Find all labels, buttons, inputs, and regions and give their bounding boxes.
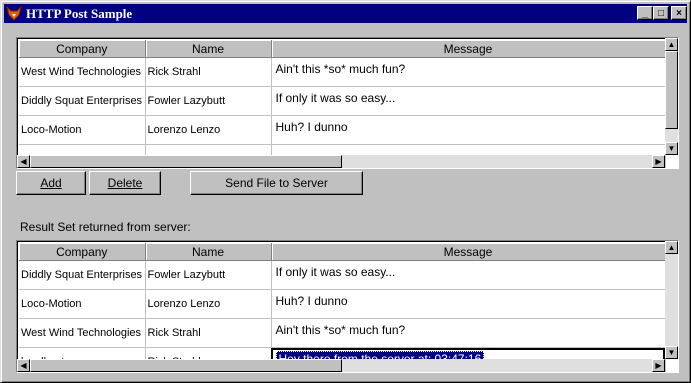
cell-company[interactable]: Loco-Motion: [19, 289, 146, 319]
scroll-right-arrow-icon[interactable]: ▶: [652, 359, 665, 372]
cell-company[interactable]: Diddly Squat Enterprises: [19, 260, 146, 290]
scroll-down-arrow-icon[interactable]: ▼: [665, 142, 678, 155]
cell-name[interactable]: Fowler Lazybutt: [145, 86, 272, 116]
cell-message[interactable]: Huh? I dunno: [271, 289, 666, 319]
scroll-thumb[interactable]: [30, 359, 342, 372]
close-button[interactable]: ×: [671, 6, 687, 20]
cell-name[interactable]: Rick Strahl: [145, 57, 272, 87]
cell-company[interactable]: West Wind Technologies: [19, 318, 146, 348]
fox-app-icon: [6, 6, 22, 21]
input-data-grid[interactable]: Company Name Message West Wind Technolog…: [16, 37, 679, 169]
add-button[interactable]: Add: [16, 171, 86, 195]
column-header-message[interactable]: Message: [271, 40, 666, 58]
table-row[interactable]: Diddly Squat Enterprises Fowler Lazybutt…: [19, 86, 666, 116]
cell-name[interactable]: Lorenzo Lenzo: [145, 289, 272, 319]
horizontal-scrollbar[interactable]: ◀ ▶: [17, 155, 665, 168]
delete-button-label: Delete: [107, 176, 143, 190]
column-header-message[interactable]: Message: [271, 243, 666, 261]
cell-message[interactable]: Ain't this *so* much fun?: [271, 57, 666, 87]
title-bar[interactable]: HTTP Post Sample _ □ ×: [4, 4, 687, 23]
table-row[interactable]: Loco-Motion Lorenzo Lenzo Huh? I dunno: [19, 289, 666, 319]
vertical-scrollbar[interactable]: ▲ ▼: [665, 241, 678, 359]
scroll-left-arrow-icon[interactable]: ◀: [17, 359, 30, 372]
table-row[interactable]: Diddly Squat Enterprises Fowler Lazybutt…: [19, 260, 666, 290]
cell-company[interactable]: West Wind Technologies: [19, 57, 146, 87]
column-header-name[interactable]: Name: [145, 243, 272, 261]
scroll-up-arrow-icon[interactable]: ▲: [665, 38, 678, 51]
horizontal-scrollbar[interactable]: ◀ ▶: [17, 359, 665, 372]
cell-company[interactable]: Diddly Squat Enterprises: [19, 86, 146, 116]
cell-message[interactable]: Ain't this *so* much fun?: [271, 318, 666, 348]
window-title: HTTP Post Sample: [26, 6, 133, 21]
result-table: Company Name Message Diddly Squat Enterp…: [19, 243, 666, 372]
column-header-company[interactable]: Company: [19, 40, 146, 58]
cell-message[interactable]: If only it was so easy...: [271, 260, 666, 290]
scroll-right-arrow-icon[interactable]: ▶: [652, 155, 665, 168]
scroll-left-arrow-icon[interactable]: ◀: [17, 155, 30, 168]
cell-name[interactable]: Fowler Lazybutt: [145, 260, 272, 290]
scroll-thumb[interactable]: [30, 155, 342, 168]
scroll-up-arrow-icon[interactable]: ▲: [665, 241, 678, 254]
scroll-thumb[interactable]: [665, 51, 678, 129]
maximize-button[interactable]: □: [653, 6, 669, 20]
cell-message[interactable]: Huh? I dunno: [271, 115, 666, 145]
send-file-button[interactable]: Send File to Server: [190, 171, 363, 195]
table-row[interactable]: West Wind Technologies Rick Strahl Ain't…: [19, 57, 666, 87]
cell-name[interactable]: Rick Strahl: [145, 318, 272, 348]
result-data-grid[interactable]: Company Name Message Diddly Squat Enterp…: [16, 240, 679, 373]
cell-company[interactable]: Loco-Motion: [19, 115, 146, 145]
input-table: Company Name Message West Wind Technolog…: [19, 40, 666, 168]
result-set-label: Result Set returned from server:: [20, 220, 191, 234]
add-button-label: Add: [40, 176, 62, 190]
column-header-company[interactable]: Company: [19, 243, 146, 261]
delete-button[interactable]: Delete: [89, 171, 161, 195]
cell-message[interactable]: If only it was so easy...: [271, 86, 666, 116]
header-row: Company Name Message: [19, 40, 666, 58]
table-row[interactable]: West Wind Technologies Rick Strahl Ain't…: [19, 318, 666, 348]
minimize-button[interactable]: _: [637, 6, 653, 20]
column-header-name[interactable]: Name: [145, 40, 272, 58]
vertical-scrollbar[interactable]: ▲ ▼: [665, 38, 678, 155]
table-row[interactable]: Loco-Motion Lorenzo Lenzo Huh? I dunno: [19, 115, 666, 145]
header-row: Company Name Message: [19, 243, 666, 261]
scroll-down-arrow-icon[interactable]: ▼: [665, 346, 678, 359]
cell-name[interactable]: Lorenzo Lenzo: [145, 115, 272, 145]
